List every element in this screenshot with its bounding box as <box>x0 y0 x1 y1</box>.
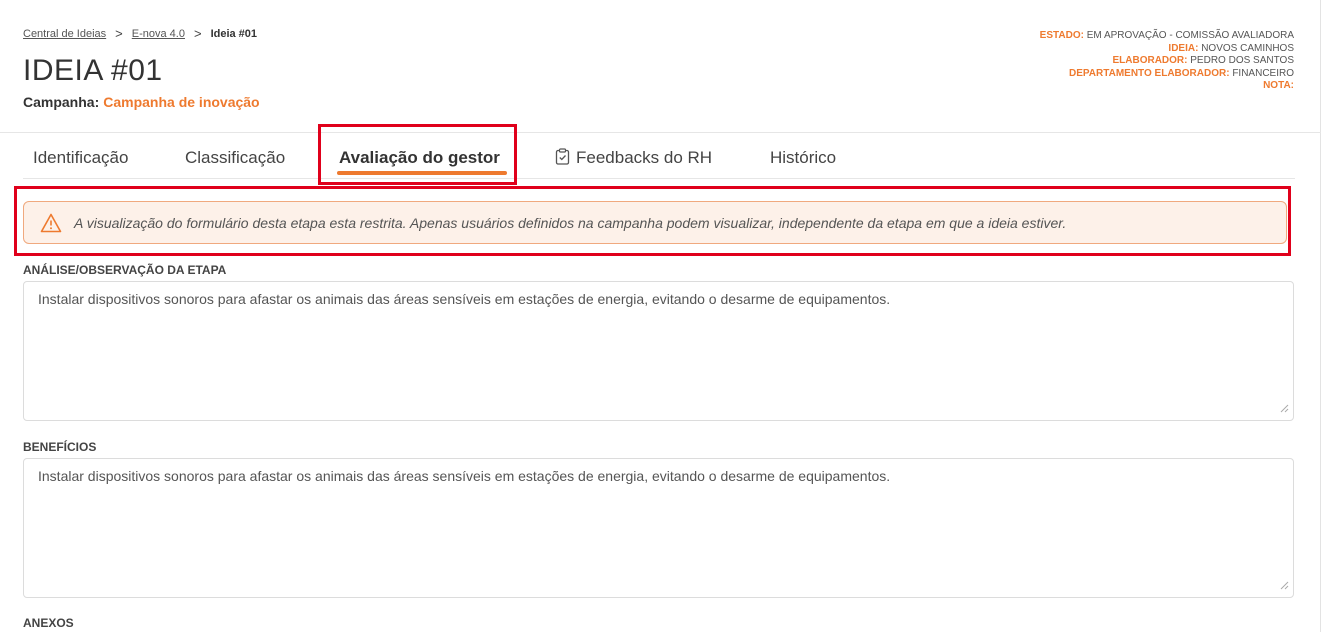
meta-ideia: IDEIA: NOVOS CAMINHOS <box>1040 43 1294 56</box>
meta-elaborador: ELABORADOR: PEDRO DOS SANTOS <box>1040 55 1294 68</box>
tab-historico[interactable]: Histórico <box>770 148 836 168</box>
header-divider <box>0 132 1321 133</box>
tab-feedbacks-label: Feedbacks do RH <box>576 148 713 167</box>
campaign-info: Campanha: Campanha de inovação <box>23 94 260 110</box>
breadcrumb-current: Ideia #01 <box>210 27 258 40</box>
anexos-label: ANEXOS <box>23 616 74 630</box>
resize-handle-icon[interactable] <box>1280 400 1289 416</box>
meta-departamento-label: DEPARTAMENTO ELABORADOR: <box>1068 67 1230 79</box>
meta-estado-label: ESTADO: <box>1039 30 1084 41</box>
campaign-label: Campanha: <box>23 94 100 110</box>
page: Central de Ideias > E-nova 4.0 > Ideia #… <box>0 0 1321 632</box>
beneficios-value: Instalar dispositivos sonoros para afast… <box>38 468 891 484</box>
meta-nota: NOTA: <box>1040 80 1294 93</box>
highlight-box-alert <box>14 186 1291 256</box>
page-title: IDEIA #01 <box>23 54 163 87</box>
meta-ideia-label: IDEIA: <box>1168 42 1199 54</box>
idea-meta: ESTADO: EM APROVAÇÃO - COMISSÃO AVALIADO… <box>1040 30 1294 93</box>
chevron-right-icon: > <box>115 26 123 41</box>
breadcrumb-e-nova[interactable]: E-nova 4.0 <box>132 28 185 40</box>
tab-feedbacks-do-rh[interactable]: Feedbacks do RH <box>555 148 712 170</box>
chevron-right-icon: > <box>193 26 202 41</box>
meta-departamento: DEPARTAMENTO ELABORADOR: FINANCEIRO <box>1040 68 1294 81</box>
tab-identificacao[interactable]: Identificação <box>33 148 128 168</box>
meta-elaborador-value: PEDRO DOS SANTOS <box>1190 55 1294 66</box>
meta-estado: ESTADO: EM APROVAÇÃO - COMISSÃO AVALIADO… <box>1040 30 1294 43</box>
analise-label: ANÁLISE/OBSERVAÇÃO DA ETAPA <box>23 263 227 277</box>
breadcrumb-central-de-ideias[interactable]: Central de Ideias <box>23 28 106 40</box>
clipboard-check-icon <box>555 148 570 170</box>
beneficios-textarea[interactable]: Instalar dispositivos sonoros para afast… <box>23 458 1294 598</box>
meta-estado-value: EM APROVAÇÃO - COMISSÃO AVALIADORA <box>1086 30 1294 41</box>
analise-textarea[interactable]: Instalar dispositivos sonoros para afast… <box>23 281 1294 421</box>
meta-elaborador-label: ELABORADOR: <box>1112 55 1188 66</box>
meta-ideia-value: NOVOS CAMINHOS <box>1201 42 1294 54</box>
resize-handle-icon[interactable] <box>1280 577 1289 593</box>
meta-departamento-value: FINANCEIRO <box>1232 67 1294 79</box>
campaign-value: Campanha de inovação <box>103 94 260 110</box>
breadcrumb: Central de Ideias > E-nova 4.0 > Ideia #… <box>23 26 257 41</box>
tab-bar: Identificação Classificação Avaliação do… <box>23 140 1295 179</box>
meta-nota-label: NOTA: <box>1263 80 1294 91</box>
highlight-box-tab <box>318 124 517 185</box>
beneficios-label: BENEFÍCIOS <box>23 440 97 454</box>
analise-value: Instalar dispositivos sonoros para afast… <box>38 291 891 307</box>
tab-classificacao[interactable]: Classificação <box>185 148 285 168</box>
